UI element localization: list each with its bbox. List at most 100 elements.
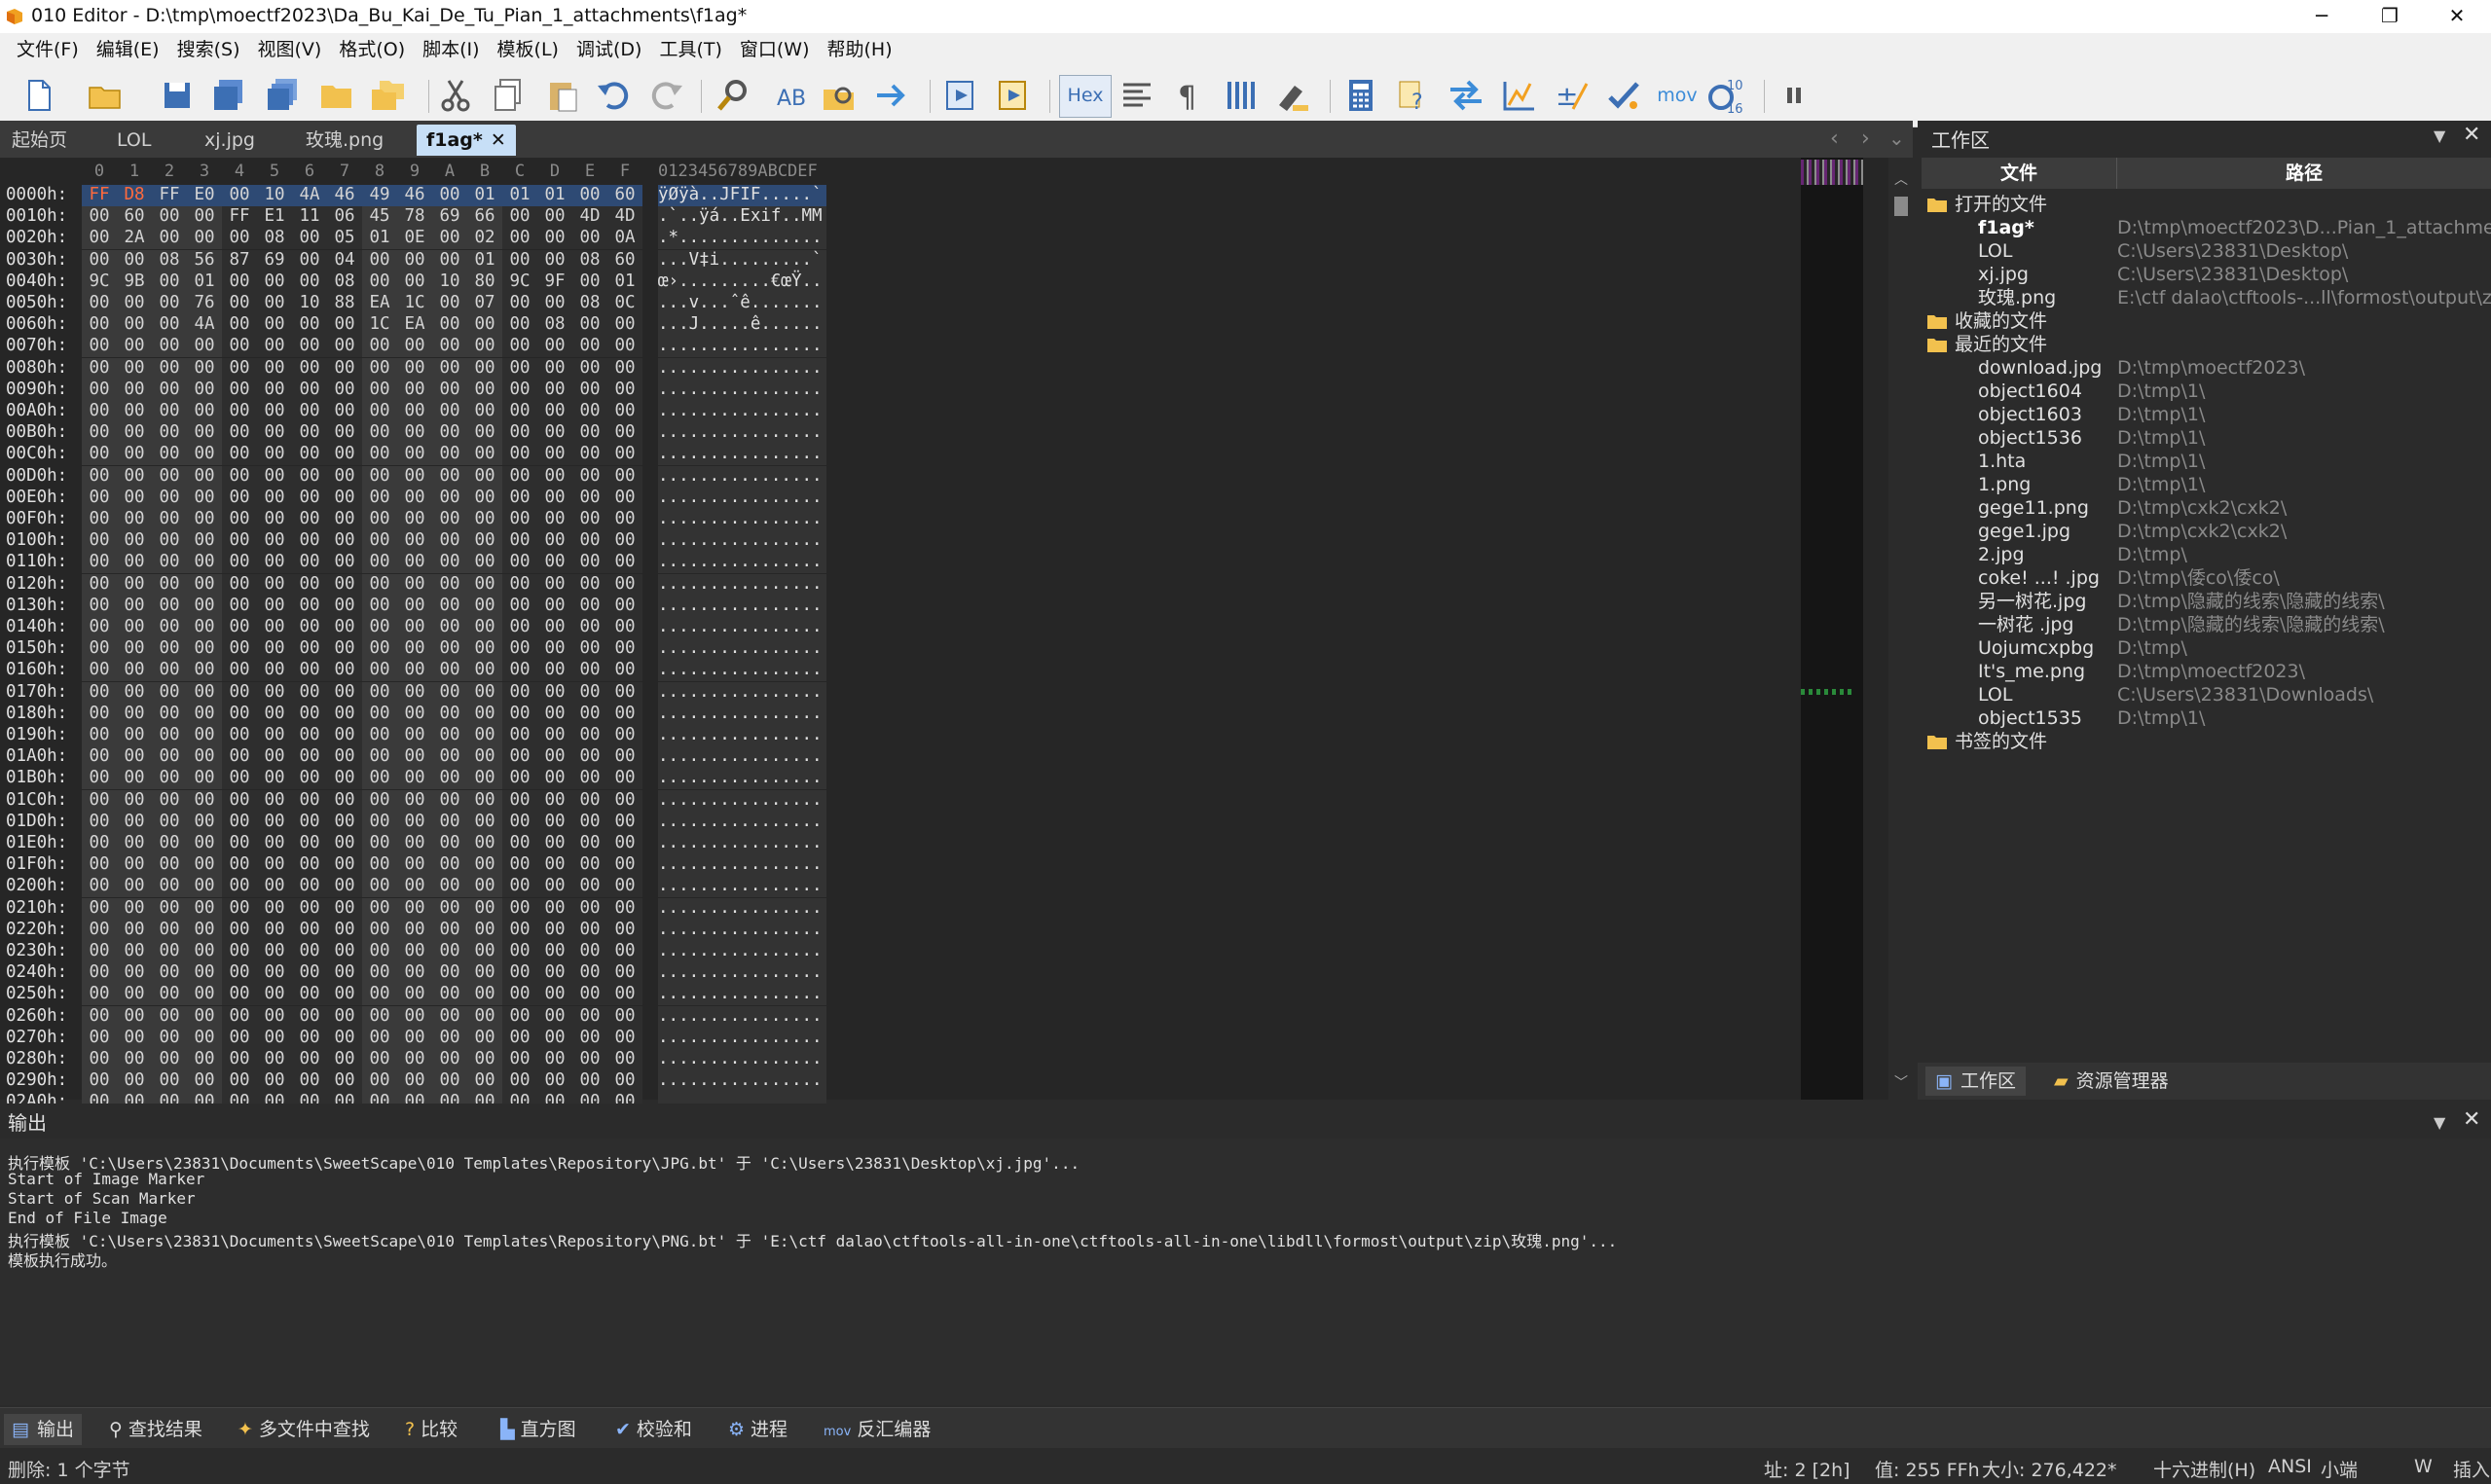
hex-byte[interactable]: 00 [152, 293, 187, 314]
hex-byte[interactable]: 00 [362, 1049, 397, 1070]
status-encoding[interactable]: ANSI [2268, 1456, 2312, 1477]
hex-row[interactable]: 0080h: 00 00 00 00 00 00 00 00 00 00 00 00 00 00 00 00..… [0, 357, 1801, 380]
hex-byte[interactable]: 00 [222, 379, 257, 401]
hex-byte[interactable]: 00 [607, 552, 642, 574]
workspace-file-row[interactable]: object1536 D:\tmp\1\ [1918, 426, 2491, 450]
tab-f1ag[interactable]: f1ag* ✕ [417, 125, 516, 156]
hex-row-ascii[interactable]: ................ [658, 617, 826, 638]
hex-byte[interactable]: 00 [502, 833, 537, 854]
hex-byte[interactable]: 00 [257, 962, 292, 985]
hex-byte[interactable]: 00 [117, 401, 152, 422]
hex-byte[interactable]: 00 [292, 1070, 327, 1093]
hex-byte[interactable]: 00 [222, 573, 257, 596]
hex-byte[interactable]: 00 [292, 1049, 327, 1070]
hex-byte[interactable]: 00 [432, 1005, 467, 1028]
tab-lol[interactable]: LOL [107, 125, 161, 156]
tab-explorer[interactable]: ▰ 资源管理器 [2044, 1067, 2179, 1096]
hex-byte[interactable]: 00 [187, 897, 222, 920]
replace-icon[interactable]: AB [767, 76, 806, 115]
hex-byte[interactable]: 00 [432, 876, 467, 898]
hex-row-bytes[interactable]: 00 00 00 00 00 00 00 00 00 00 00 00 00 00 00 00 [82, 854, 642, 877]
hex-byte[interactable]: 00 [257, 271, 292, 293]
hex-byte[interactable]: 00 [607, 811, 642, 833]
hex-byte[interactable]: 00 [327, 444, 362, 466]
hex-row-bytes[interactable]: 00 00 00 00 00 00 00 00 00 00 00 00 00 00 00 00 [82, 919, 642, 941]
hex-byte[interactable]: 00 [537, 357, 572, 380]
hex-byte[interactable]: 00 [222, 638, 257, 661]
hex-byte[interactable]: 01 [467, 249, 502, 271]
hex-byte[interactable]: 00 [502, 681, 537, 704]
hex-byte[interactable]: 00 [362, 249, 397, 271]
hex-byte[interactable]: 00 [362, 271, 397, 293]
hex-byte[interactable]: 00 [152, 357, 187, 380]
hex-byte[interactable]: 00 [117, 379, 152, 401]
hex-byte[interactable]: 00 [152, 681, 187, 704]
hex-byte[interactable]: 00 [397, 595, 432, 617]
hex-byte[interactable]: 00 [572, 811, 607, 833]
hex-byte[interactable]: 00 [292, 725, 327, 746]
hex-byte[interactable]: 00 [152, 897, 187, 920]
workspace-menu-icon[interactable]: ▼ [2434, 127, 2445, 145]
hex-byte[interactable]: 00 [257, 638, 292, 661]
hex-byte[interactable]: 00 [502, 444, 537, 466]
hex-byte[interactable]: 9C [502, 271, 537, 293]
hex-byte[interactable]: 00 [432, 228, 467, 250]
hex-row-bytes[interactable]: 9C 9B 00 01 00 00 00 08 00 00 10 80 9C 9F 00 01 [82, 271, 642, 293]
hex-byte[interactable]: 08 [572, 249, 607, 271]
hex-byte[interactable]: 00 [82, 984, 117, 1006]
inspector-icon[interactable]: ? [1394, 76, 1433, 115]
hex-byte[interactable]: 00 [572, 465, 607, 488]
hex-byte[interactable]: 00 [572, 573, 607, 596]
hex-byte[interactable]: 00 [117, 293, 152, 314]
hex-byte[interactable]: 00 [397, 1027, 432, 1049]
save-as-icon[interactable] [209, 76, 248, 115]
hex-byte[interactable]: 00 [82, 703, 117, 725]
hex-byte[interactable]: 00 [467, 703, 502, 725]
hex-byte[interactable]: 00 [502, 941, 537, 962]
hex-byte[interactable]: 00 [82, 789, 117, 812]
hex-byte[interactable]: 00 [607, 768, 642, 790]
hex-row-ascii[interactable]: œ›.........€œŸ.. [658, 271, 826, 293]
hex-byte[interactable]: 00 [187, 660, 222, 682]
hex-byte[interactable]: 00 [467, 573, 502, 596]
hex-byte[interactable]: 00 [327, 595, 362, 617]
hex-byte[interactable]: 00 [82, 314, 117, 337]
hex-byte[interactable]: 00 [117, 854, 152, 877]
hex-byte[interactable]: 00 [117, 811, 152, 833]
hex-byte[interactable]: 00 [537, 897, 572, 920]
hex-byte[interactable]: 00 [502, 249, 537, 271]
hex-byte[interactable]: 00 [82, 228, 117, 250]
hex-byte[interactable]: 00 [467, 811, 502, 833]
hex-byte[interactable]: 00 [187, 465, 222, 488]
hex-byte[interactable]: 1C [397, 293, 432, 314]
hex-byte[interactable]: 00 [537, 1005, 572, 1028]
hex-row-ascii[interactable]: ................ [658, 941, 826, 962]
base-convert-icon[interactable]: 10 16 [1705, 76, 1744, 117]
hex-byte[interactable]: 08 [537, 314, 572, 337]
hex-row-bytes[interactable]: 00 00 00 00 00 00 00 00 00 00 00 00 00 00 00 00 [82, 638, 642, 661]
compare-icon[interactable] [1447, 76, 1485, 115]
hex-row[interactable]: 01A0h: 00 00 00 00 00 00 00 00 00 00 00 00 00 00 00 00..… [0, 746, 1801, 769]
hex-row[interactable]: 0030h: 00 00 08 56 87 69 00 04 00 00 00 01 00 00 08 60..… [0, 249, 1801, 271]
hex-row-bytes[interactable]: 00 00 00 00 00 00 00 00 00 00 00 00 00 00 00 00 [82, 681, 642, 704]
hex-byte[interactable]: 00 [502, 357, 537, 380]
hex-byte[interactable]: 00 [292, 530, 327, 553]
hex-byte[interactable]: 00 [537, 595, 572, 617]
hex-byte[interactable]: 00 [152, 1005, 187, 1028]
hex-byte[interactable]: 60 [607, 249, 642, 271]
hex-byte[interactable]: 00 [117, 336, 152, 358]
hex-byte[interactable]: 00 [327, 401, 362, 422]
hex-row-ascii[interactable]: ................ [658, 660, 826, 682]
tab-find-in-files[interactable]: ✦ 多文件中查找 [230, 1414, 378, 1445]
hex-byte[interactable]: 00 [82, 660, 117, 682]
hex-byte[interactable]: 00 [117, 509, 152, 530]
hex-byte[interactable]: 00 [292, 984, 327, 1006]
hex-byte[interactable]: 00 [502, 1005, 537, 1028]
hex-byte[interactable]: 00 [292, 919, 327, 941]
hex-byte[interactable]: FF [82, 185, 117, 206]
hex-byte[interactable]: 00 [292, 768, 327, 790]
hex-byte[interactable]: 00 [327, 703, 362, 725]
hex-byte[interactable]: 00 [82, 1027, 117, 1049]
hex-byte[interactable]: 00 [292, 228, 327, 250]
hex-byte[interactable]: 00 [572, 681, 607, 704]
